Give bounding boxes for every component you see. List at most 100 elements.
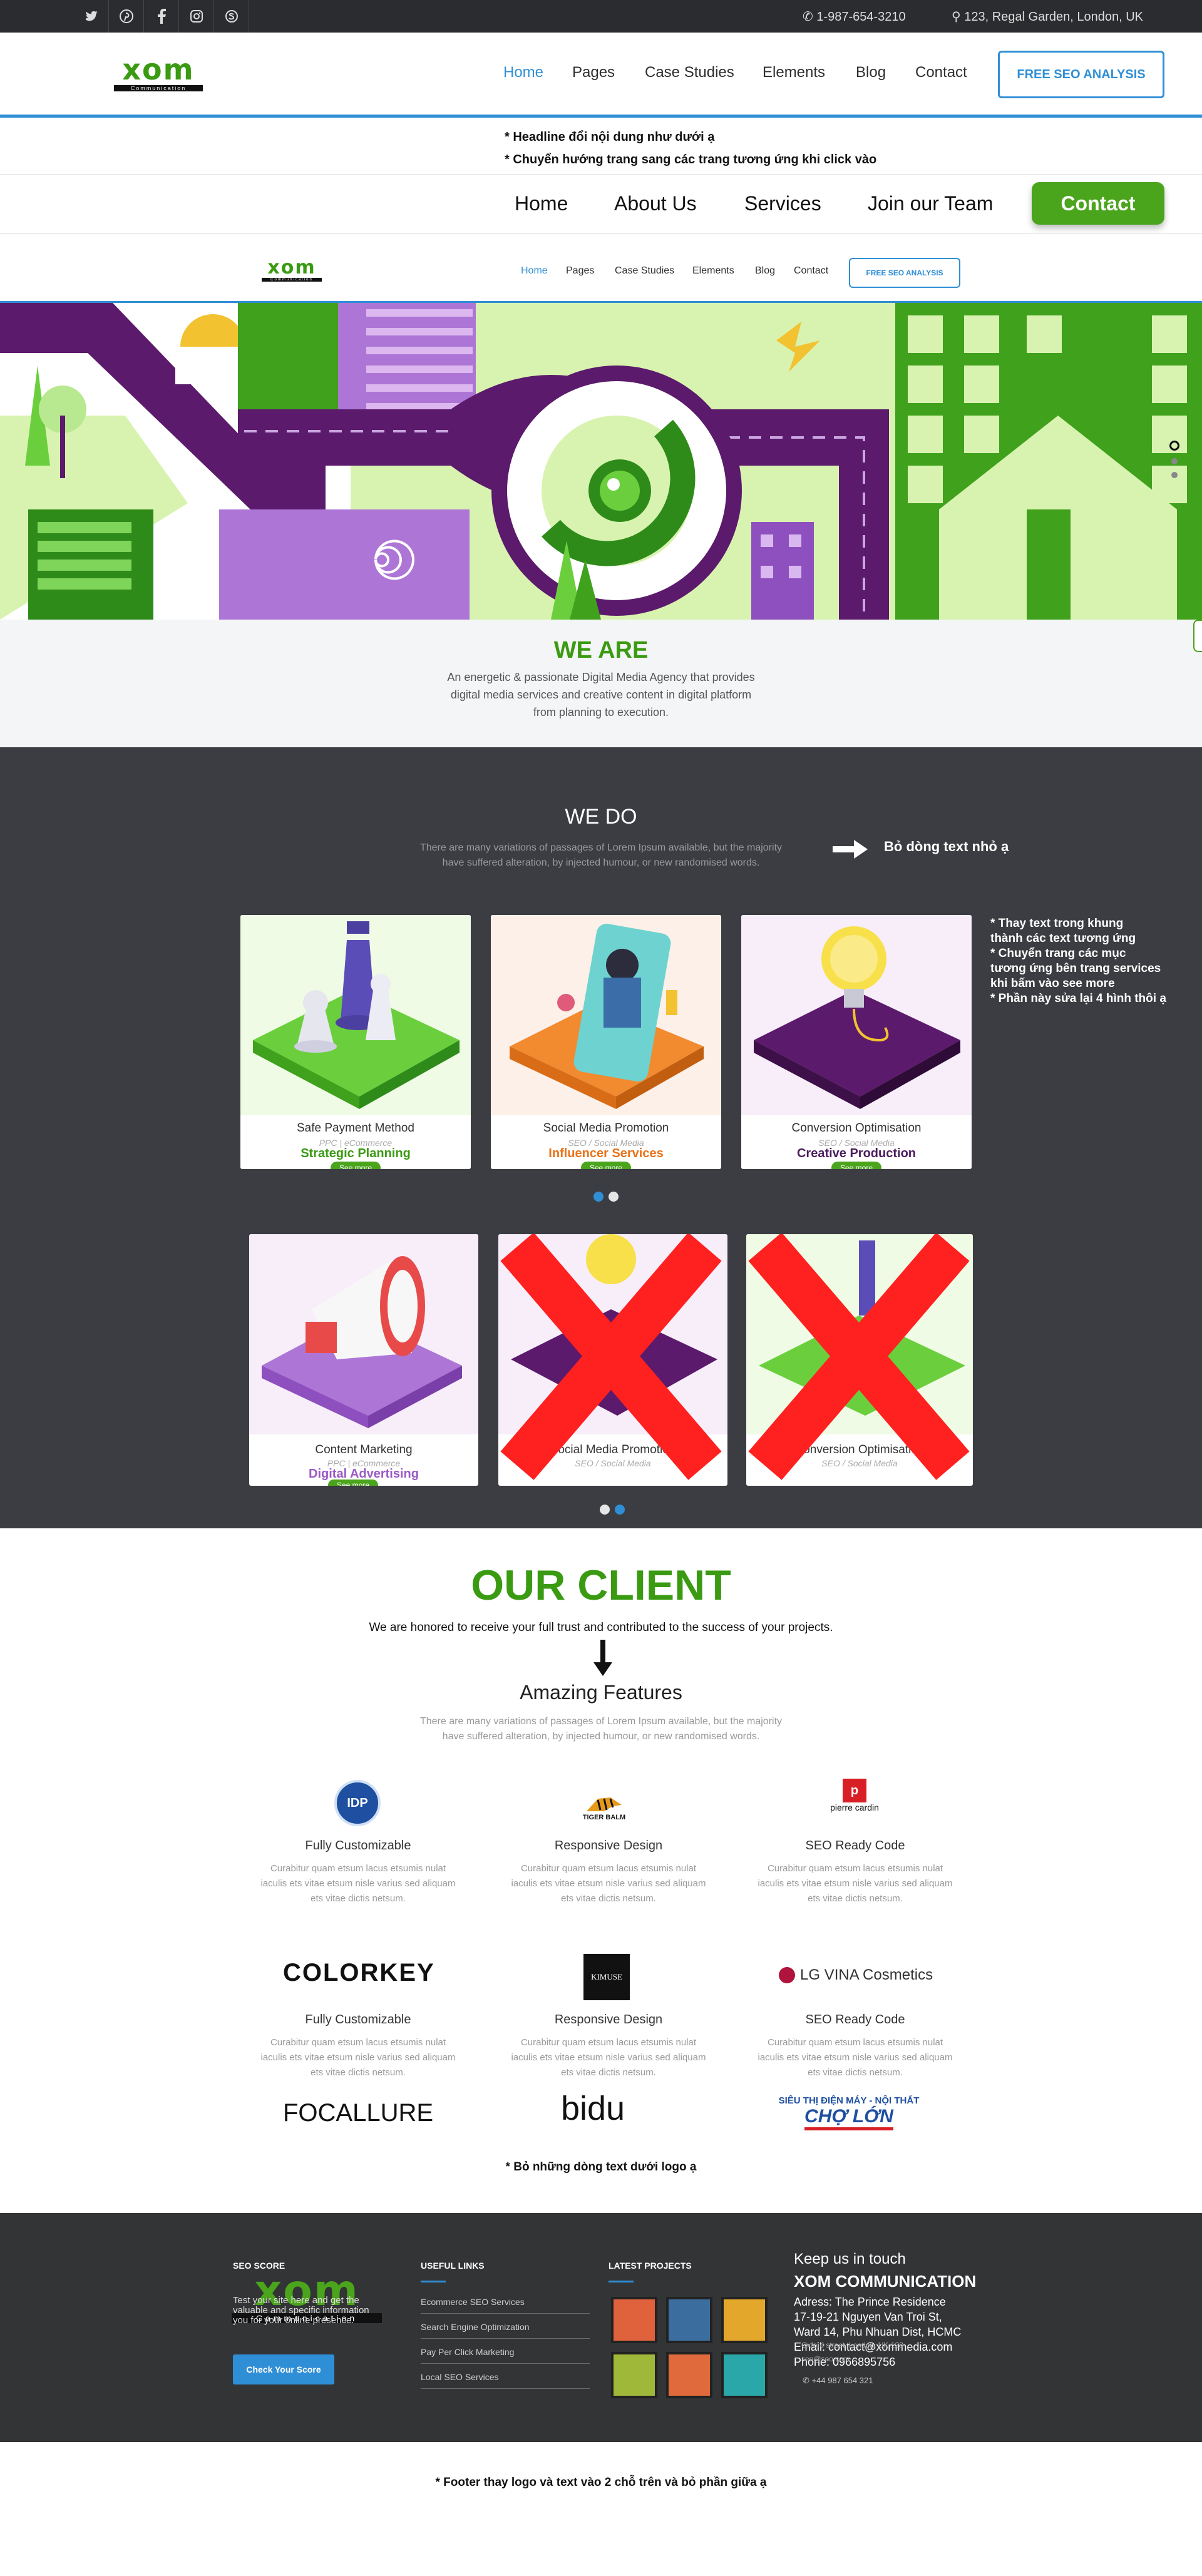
- feature-title: Responsive Design: [554, 2013, 663, 2027]
- note-cards-line-3: * Chuyển trang các mục: [990, 947, 1126, 960]
- footer-seo-text-line: you for your online presence.: [233, 2315, 354, 2326]
- we-are-section: WE ARE An energetic & passionate Digital…: [0, 620, 1202, 747]
- nav2-contact-button[interactable]: Contact: [1032, 182, 1164, 225]
- project-thumb-3[interactable]: [721, 2297, 768, 2343]
- nav-pages[interactable]: Pages: [572, 64, 615, 81]
- nav-case-studies[interactable]: Case Studies: [645, 64, 734, 81]
- instagram-icon[interactable]: [179, 0, 214, 33]
- our-client-title: OUR CLIENT: [471, 1561, 731, 1609]
- pinterest-icon[interactable]: [109, 0, 144, 33]
- see-more-button[interactable]: See more: [331, 1162, 381, 1169]
- feature-desc-line: Curabitur quam etsum lacus etsumis nulat: [767, 1863, 943, 1874]
- hero-slider-dot-1[interactable]: [1169, 441, 1179, 451]
- note-remove-small-text: Bỏ dòng text nhỏ ạ: [884, 839, 1009, 854]
- nav2-about-us[interactable]: About Us: [614, 192, 697, 215]
- card-title: Safe Payment Method: [297, 1122, 414, 1135]
- top-phone[interactable]: ✆ 1-987-654-3210: [803, 9, 906, 24]
- nav-contact[interactable]: Contact: [915, 64, 967, 81]
- colorkey-logo: COLORKEY: [283, 1959, 435, 1986]
- service-card-influencer-services[interactable]: Social Media Promotion SEO / Social Medi…: [491, 915, 721, 1169]
- project-thumb-2[interactable]: [666, 2297, 712, 2343]
- see-more-button[interactable]: See more: [831, 1162, 881, 1169]
- nav3-case-studies[interactable]: Case Studies: [615, 265, 674, 277]
- see-more-button[interactable]: See more: [328, 1480, 378, 1486]
- note-cards-line-6: * Phần này sửa lại 4 hình thôi ạ: [990, 992, 1166, 1005]
- footer-seo-text: Test your site here and get the valuable…: [233, 2296, 369, 2326]
- feature-desc: Curabitur quam etsum lacus etsumis nulat…: [742, 1861, 968, 1906]
- facebook-icon[interactable]: [144, 0, 179, 33]
- idp-logo: IDP: [334, 1780, 381, 1826]
- feature-desc-line: Curabitur quam etsum lacus etsumis nulat: [270, 1863, 446, 1874]
- feature-desc-line: ets vitae dictis netsum.: [311, 1893, 406, 1904]
- note-cards-line-2: thành các text tương ứng: [990, 932, 1136, 945]
- note-cards: * Thay text trong khung thành các text t…: [990, 916, 1197, 1006]
- side-tab-handle[interactable]: [1193, 620, 1202, 652]
- carousel2-dot-2[interactable]: [615, 1505, 625, 1515]
- footer-divider: [421, 2281, 446, 2282]
- feature-desc-line: Curabitur quam etsum lacus etsumis nulat: [520, 1863, 697, 1874]
- note-cards-line-1: * Thay text trong khung: [990, 917, 1124, 930]
- service-card-removed-2[interactable]: Social Media Promotion SEO / Social Medi…: [498, 1234, 727, 1486]
- feature-desc: Curabitur quam etsum lacus etsumis nulat…: [496, 2035, 721, 2080]
- check-your-score-button[interactable]: Check Your Score: [233, 2354, 334, 2384]
- nav2-join-our-team[interactable]: Join our Team: [868, 192, 993, 215]
- note-cards-line-5: khi bấm vào see more: [990, 977, 1115, 990]
- service-card-strategic-planning[interactable]: Safe Payment Method PPC | eCommerce Stra…: [240, 915, 471, 1169]
- nav2-services[interactable]: Services: [744, 192, 821, 215]
- footer-divider: [609, 2281, 634, 2282]
- nav2-home[interactable]: Home: [515, 192, 568, 215]
- footer-link[interactable]: Local SEO Services: [421, 2372, 590, 2389]
- free-seo-analysis-button-small[interactable]: FREE SEO ANALYSIS: [849, 258, 960, 288]
- card-title: Content Marketing: [315, 1443, 413, 1456]
- nav3-elements[interactable]: Elements: [692, 265, 734, 277]
- cho-lon-name: CHỢ LỚN: [804, 2106, 893, 2130]
- feature-desc-line: ets vitae dictis netsum.: [561, 2067, 656, 2078]
- footer-company-name: XOM COMMUNICATION: [794, 2272, 977, 2291]
- remove-x-icon: [498, 1234, 727, 1486]
- nav3-home[interactable]: Home: [521, 265, 548, 277]
- service-card-creative-production[interactable]: Conversion Optimisation SEO / Social Med…: [741, 915, 972, 1169]
- lg-vina-logo: LG VINA Cosmetics: [779, 1966, 933, 1984]
- carousel2-dot-1[interactable]: [600, 1505, 610, 1515]
- note-cards-line-4: tương ứng bên trang services: [990, 962, 1161, 975]
- hero-slider-dot-3[interactable]: [1171, 472, 1178, 478]
- card-title: Conversion Optimisation: [791, 1122, 922, 1135]
- our-client-subtitle: We are honored to receive your full trus…: [369, 1621, 833, 1634]
- see-more-button[interactable]: See more: [581, 1162, 631, 1169]
- top-bar: ✆ 1-987-654-3210 ⚲ 123, Regal Garden, Lo…: [0, 0, 1202, 33]
- footer-link[interactable]: Pay Per Click Marketing: [421, 2347, 590, 2364]
- footer-link[interactable]: Search Engine Optimization: [421, 2322, 590, 2339]
- footer-seo-text-line: valuable and specific information: [233, 2305, 369, 2316]
- feature-desc-line: ets vitae dictis netsum.: [561, 1893, 656, 1904]
- twitter-icon[interactable]: [74, 0, 109, 33]
- skype-icon[interactable]: [214, 0, 249, 33]
- project-thumb-1[interactable]: [611, 2297, 657, 2343]
- project-thumb-5[interactable]: [666, 2352, 712, 2398]
- nav-blog[interactable]: Blog: [856, 64, 886, 81]
- nav3-contact[interactable]: Contact: [794, 265, 828, 277]
- project-thumb-6[interactable]: [721, 2352, 768, 2398]
- project-thumb-4[interactable]: [611, 2352, 657, 2398]
- map-pin-icon: ⚲: [952, 10, 961, 24]
- feature-desc: Curabitur quam etsum lacus etsumis nulat…: [245, 2035, 471, 2080]
- site-logo[interactable]: xom Communication: [114, 54, 203, 96]
- footer-link[interactable]: Ecommerce SEO Services: [421, 2297, 590, 2314]
- carousel-dot-1[interactable]: [593, 1192, 604, 1202]
- cho-lon-logo: SIÊU THỊ ĐIỆN MÁY - NỘI THẤT CHỢ LỚN: [755, 2095, 943, 2130]
- lg-vina-text: LG VINA Cosmetics: [800, 1966, 933, 1983]
- features-line-1: There are many variations of passages of…: [419, 1716, 783, 1727]
- nav3-blog[interactable]: Blog: [755, 265, 775, 277]
- service-card-removed-3[interactable]: Conversion Optimisation SEO / Social Med…: [746, 1234, 973, 1486]
- footer-latest-projects-title: LATEST PROJECTS: [609, 2261, 692, 2271]
- we-are-title: WE ARE: [553, 637, 649, 663]
- nav3-pages[interactable]: Pages: [566, 265, 594, 277]
- phone-text: 1-987-654-3210: [816, 10, 906, 24]
- hero-slider-dot-2[interactable]: [1171, 458, 1178, 464]
- nav-elements[interactable]: Elements: [763, 64, 825, 81]
- site-logo-small[interactable]: xom Communication: [262, 258, 322, 287]
- nav-home[interactable]: Home: [503, 64, 543, 81]
- we-do-section: WE DO There are many variations of passa…: [0, 747, 1202, 1528]
- carousel-dot-2[interactable]: [609, 1192, 619, 1202]
- free-seo-analysis-button[interactable]: FREE SEO ANALYSIS: [998, 51, 1164, 98]
- service-card-digital-advertising[interactable]: Content Marketing PPC | eCommerce Digita…: [249, 1234, 478, 1486]
